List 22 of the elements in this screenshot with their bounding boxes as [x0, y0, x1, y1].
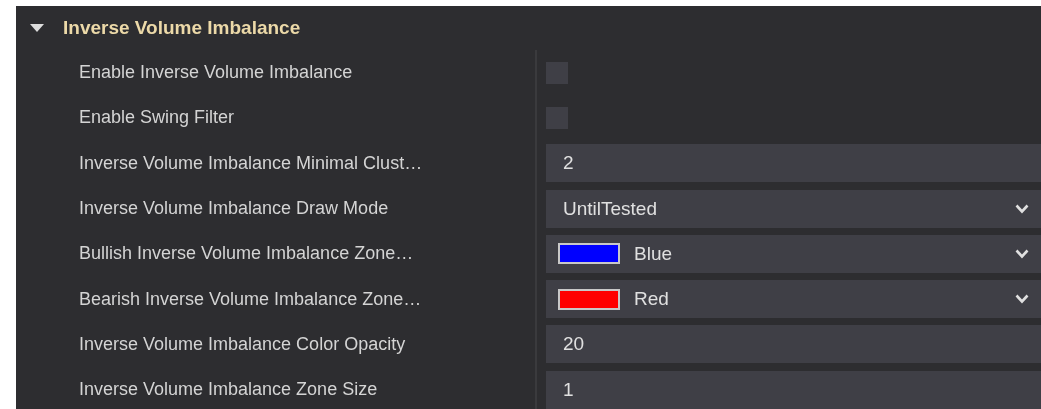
property-label: Inverse Volume Imbalance Color Opacity: [16, 321, 537, 368]
dropdown[interactable]: UntilTested: [546, 189, 1041, 228]
property-label: Enable Swing Filter: [16, 95, 537, 141]
property-label: Inverse Volume Imbalance Draw Mode: [16, 185, 537, 232]
chevron-down-icon: [1015, 294, 1029, 305]
property-label: Inverse Volume Imbalance Minimal Clust…: [16, 140, 537, 186]
color-dropdown[interactable]: Red: [546, 280, 1041, 319]
expand-toggle-icon[interactable]: [29, 23, 45, 33]
input-field[interactable]: 20: [546, 325, 1041, 364]
section-title: Inverse Volume Imbalance: [63, 17, 301, 39]
dropdown-value: UntilTested: [563, 197, 658, 220]
property-label: Enable Inverse Volume Imbalance: [16, 50, 537, 96]
input-field[interactable]: 2: [546, 144, 1041, 183]
input-field[interactable]: 1: [546, 370, 1041, 409]
color-dropdown[interactable]: Blue: [546, 234, 1041, 273]
chevron-down-icon: [1015, 203, 1029, 214]
property-label: Bearish Inverse Volume Imbalance Zone…: [16, 276, 537, 322]
property-label: Inverse Volume Imbalance Zone Size: [16, 367, 537, 409]
dropdown-value: Blue: [634, 242, 674, 265]
property-label: Bullish Inverse Volume Imbalance Zone…: [16, 231, 537, 277]
dropdown-value: Red: [634, 288, 670, 311]
chevron-down-icon: [1015, 248, 1029, 259]
